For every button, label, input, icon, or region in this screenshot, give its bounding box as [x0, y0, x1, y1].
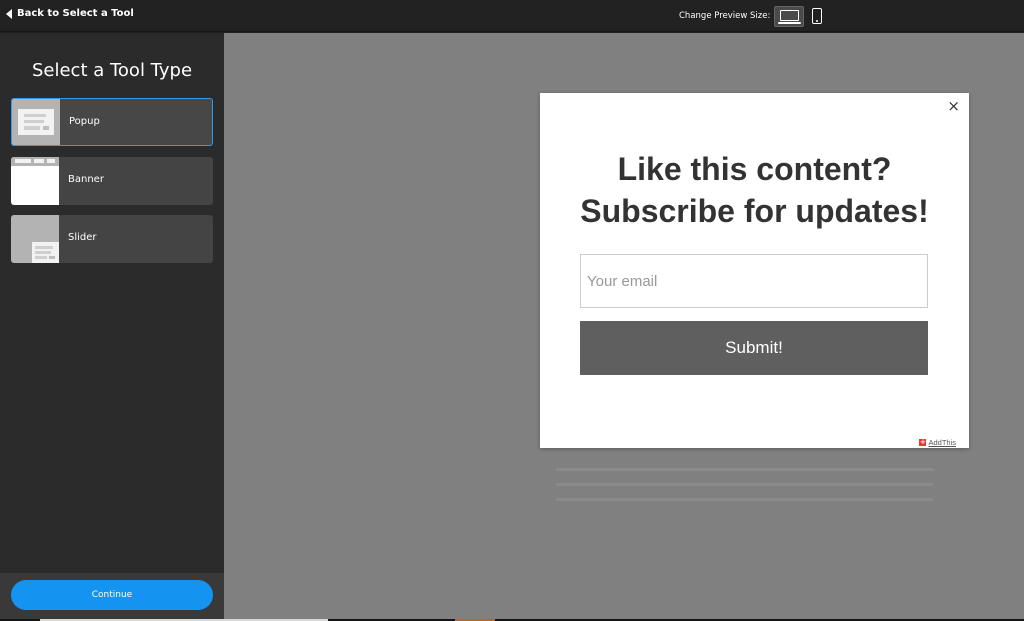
popup-thumbnail-icon	[12, 99, 60, 145]
laptop-icon	[780, 10, 799, 21]
chevron-left-icon	[6, 8, 12, 19]
tool-label-popup: Popup	[69, 116, 100, 127]
close-icon[interactable]: ×	[947, 97, 960, 115]
popup-heading: Like this content? Subscribe for updates…	[540, 148, 969, 232]
popup-heading-line1: Like this content?	[617, 151, 892, 187]
tool-label-slider: Slider	[68, 232, 97, 243]
laptop-base	[778, 22, 801, 24]
back-to-select-tool-link[interactable]: Back to Select a Tool	[6, 8, 134, 19]
addthis-label: AddThis	[928, 438, 956, 447]
background-placeholder-line	[556, 483, 934, 486]
tool-card-slider[interactable]: Slider	[11, 215, 213, 263]
tool-card-popup[interactable]: Popup	[11, 98, 213, 146]
continue-footer: Continue	[0, 573, 224, 619]
addthis-link[interactable]: + AddThis	[919, 438, 956, 447]
background-placeholder-line	[556, 468, 934, 471]
banner-thumbnail-icon	[11, 157, 59, 205]
tool-label-banner: Banner	[68, 174, 104, 185]
mobile-home-dot	[816, 20, 818, 22]
desktop-preview-button[interactable]	[774, 6, 804, 27]
background-placeholder-line	[556, 498, 934, 501]
sidebar-title: Select a Tool Type	[31, 60, 193, 81]
tool-card-banner[interactable]: Banner	[11, 157, 213, 205]
preview-size-label: Change Preview Size:	[679, 11, 771, 21]
addthis-plus-icon: +	[919, 438, 927, 446]
sidebar: Select a Tool Type Popup Banner Slider C…	[0, 33, 224, 619]
popup-heading-line2: Subscribe for updates!	[580, 193, 929, 229]
slider-thumbnail-icon	[11, 215, 59, 263]
subscribe-popup: × Like this content? Subscribe for updat…	[540, 93, 969, 448]
mobile-preview-button[interactable]	[810, 6, 824, 27]
back-link-label: Back to Select a Tool	[17, 8, 134, 19]
email-field[interactable]	[580, 254, 928, 308]
submit-button[interactable]: Submit!	[580, 321, 928, 375]
continue-button[interactable]: Continue	[11, 580, 213, 610]
top-bar: Back to Select a Tool Change Preview Siz…	[0, 0, 1024, 32]
